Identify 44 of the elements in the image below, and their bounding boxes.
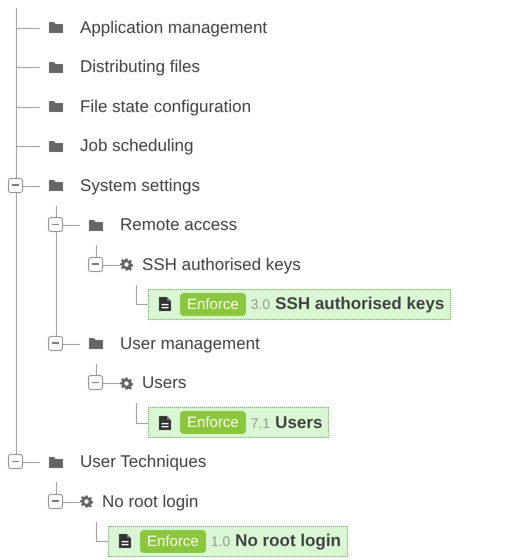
gear-icon — [80, 495, 93, 508]
folder-icon — [49, 456, 63, 468]
version-label: 7.1 — [250, 414, 270, 431]
version-label: 3.0 — [250, 296, 270, 312]
enforce-badge: Enforce — [140, 530, 206, 553]
document-icon — [159, 297, 171, 312]
enforce-badge: Enforce — [180, 411, 246, 434]
gear-icon — [120, 376, 133, 390]
node-label[interactable]: File state configuration — [80, 96, 252, 117]
node-label[interactable]: Users — [142, 373, 186, 394]
folder-icon — [49, 62, 63, 73]
gear-icon — [120, 258, 133, 272]
directive-label: SSH authorised keys — [275, 294, 444, 314]
directive-label: Users — [275, 412, 322, 433]
node-label[interactable]: User management — [120, 334, 260, 354]
node-label[interactable]: SSH authorised keys — [142, 254, 301, 275]
node-label[interactable]: Distributing files — [80, 57, 200, 78]
node-label[interactable]: Job scheduling — [80, 136, 194, 156]
directive-item[interactable]: Enforce 3.0 SSH authorised keys — [148, 288, 452, 320]
collapse-toggle[interactable] — [48, 336, 63, 351]
directive-item[interactable]: Enforce 7.1 Users — [148, 407, 330, 438]
node-label[interactable]: User Techniques — [80, 452, 206, 472]
directive-item[interactable]: Enforce 1.0 No root login — [108, 526, 348, 557]
node-label[interactable]: No root login — [102, 492, 198, 512]
folder-icon — [89, 338, 103, 350]
enforce-badge: Enforce — [180, 292, 246, 316]
document-icon — [159, 416, 171, 430]
collapse-toggle[interactable] — [8, 454, 23, 470]
folder-icon — [49, 180, 63, 192]
node-label[interactable]: System settings — [80, 176, 200, 196]
node-label[interactable]: Application management — [80, 18, 268, 38]
directive-label: No root login — [235, 531, 341, 552]
collapse-toggle[interactable] — [8, 178, 23, 193]
version-label: 1.0 — [210, 533, 230, 550]
collapse-toggle[interactable] — [48, 217, 63, 232]
collapse-toggle[interactable] — [88, 375, 103, 390]
folder-icon — [49, 101, 63, 112]
folder-icon — [49, 22, 63, 34]
collapse-toggle[interactable] — [48, 494, 63, 509]
document-icon — [119, 534, 131, 548]
folder-icon — [49, 140, 63, 152]
folder-icon — [89, 220, 103, 231]
collapse-toggle[interactable] — [88, 256, 103, 272]
node-label[interactable]: Remote access — [120, 215, 238, 236]
